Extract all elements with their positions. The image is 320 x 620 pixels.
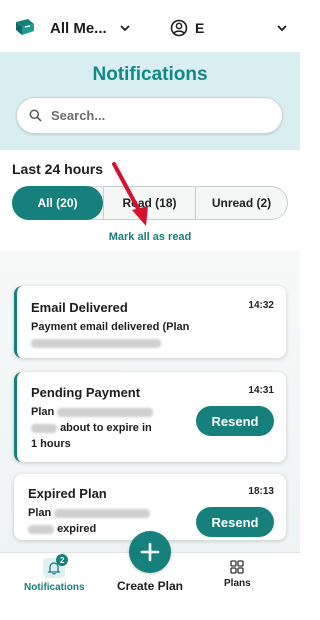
redacted-text <box>54 508 151 518</box>
grid-icon <box>230 560 244 574</box>
nav-plans[interactable]: Plans <box>224 558 251 589</box>
notification-text: Plan about to expire in 1 hours <box>31 404 154 452</box>
create-plan-button[interactable] <box>129 531 171 573</box>
notification-text-mid: about to expire in <box>60 422 152 434</box>
notification-title: Expired Plan <box>28 486 107 501</box>
notification-text: Payment email delivered (Plan <box>31 319 189 351</box>
redacted-text <box>28 524 54 534</box>
resend-button[interactable]: Resend <box>196 507 274 537</box>
notification-title: Pending Payment <box>31 385 141 400</box>
notification-text-start: Plan <box>31 406 55 418</box>
notification-time: 14:32 <box>248 300 274 311</box>
notification-card[interactable]: Pending Payment 14:31 Plan about to expi… <box>14 372 286 462</box>
notification-time: 18:13 <box>248 486 274 497</box>
member-select-label: All Me... <box>50 19 107 37</box>
search-input[interactable] <box>51 108 251 123</box>
redacted-text <box>57 407 154 417</box>
notification-time: 14:31 <box>248 385 274 396</box>
user-circle-icon <box>170 19 188 37</box>
top-bar: All Me... E <box>0 0 300 52</box>
app-logo-icon <box>16 19 34 35</box>
notification-text: Plan expired <box>28 505 151 537</box>
notification-count-badge: 2 <box>56 554 69 566</box>
mark-all-read-link[interactable]: Mark all as read <box>0 231 300 243</box>
search-icon <box>29 109 42 122</box>
tab-read[interactable]: Read (18) <box>103 187 195 219</box>
notification-card[interactable]: Email Delivered 14:32 Payment email deli… <box>14 286 286 358</box>
create-plan-label[interactable]: Create Plan <box>0 579 300 593</box>
member-select[interactable]: All Me... <box>50 17 131 39</box>
nav-plans-label: Plans <box>224 578 251 589</box>
notification-text-line: Payment email delivered (Plan <box>31 321 190 333</box>
plus-icon <box>140 542 160 562</box>
bell-icon: 2 <box>43 554 69 578</box>
page-title: Notifications <box>92 64 208 85</box>
section-label: Last 24 hours <box>12 161 104 177</box>
resend-button[interactable]: Resend <box>196 406 274 436</box>
notification-text-end: 1 hours <box>31 438 71 450</box>
redacted-text <box>31 423 57 433</box>
user-initial: E <box>195 20 205 36</box>
tab-all[interactable]: All (20) <box>12 186 103 220</box>
redacted-text <box>31 338 161 348</box>
notification-text-mid: expired <box>57 523 97 535</box>
search-box[interactable] <box>16 97 283 134</box>
notification-text-start: Plan <box>28 507 52 519</box>
tab-unread[interactable]: Unread (2) <box>195 187 287 219</box>
user-select[interactable]: E <box>170 16 288 40</box>
filter-tabs: All (20) Read (18) Unread (2) <box>12 186 288 220</box>
chevron-down-icon <box>277 25 287 32</box>
notification-title: Email Delivered <box>31 300 128 315</box>
chevron-down-icon <box>120 25 130 32</box>
